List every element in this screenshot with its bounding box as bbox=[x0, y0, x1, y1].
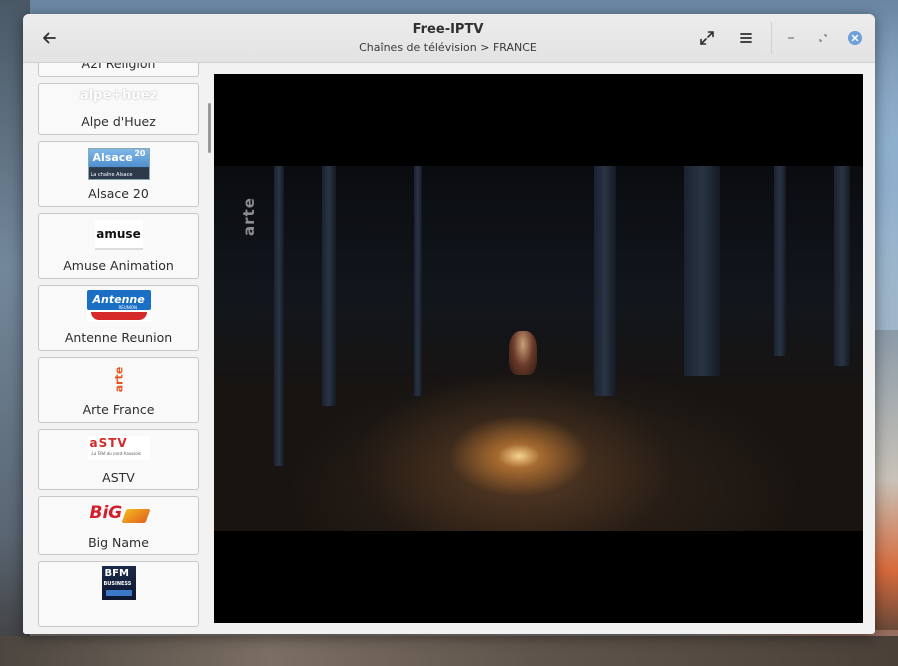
header-separator bbox=[771, 22, 772, 54]
channel-watermark: arte bbox=[240, 197, 258, 236]
astv-logo-sub: La Télé du nord-haussois bbox=[91, 451, 142, 456]
bfm-logo-sub: BUSINESS bbox=[103, 581, 132, 587]
channel-logo: BFM BUSINESS bbox=[39, 566, 198, 600]
channel-logo: aSTV La Télé du nord-haussois bbox=[39, 436, 198, 460]
channel-item-astv[interactable]: aSTV La Télé du nord-haussois ASTV bbox=[38, 429, 199, 490]
channel-name: ASTV bbox=[102, 470, 135, 485]
channel-logo: Antenne RÉUNION bbox=[39, 290, 198, 322]
close-icon bbox=[848, 31, 862, 45]
channel-logo: Alsace 20 La chaîne Alsace bbox=[39, 148, 198, 180]
alsace-logo-text: Alsace bbox=[92, 151, 133, 164]
channel-item-big-name[interactable]: BiG Big Name bbox=[38, 496, 199, 555]
channel-name: Arte France bbox=[82, 402, 155, 417]
channel-item-antenne-reunion[interactable]: Antenne RÉUNION Antenne Reunion bbox=[38, 285, 199, 351]
big-name-logo: BiG bbox=[86, 503, 152, 529]
channel-item-alpe-dhuez[interactable]: alpe+huez Alpe d'Huez bbox=[38, 83, 199, 135]
channel-item-arte-france[interactable]: arte Arte France bbox=[38, 357, 199, 423]
channel-logo: amuse bbox=[39, 220, 198, 250]
channel-logo: alpe+huez bbox=[39, 88, 198, 103]
desktop-wallpaper-bottom bbox=[0, 636, 898, 666]
bfm-business-logo: BFM BUSINESS bbox=[101, 566, 136, 600]
app-window: Free-IPTV Chaînes de télévision > FRANCE bbox=[23, 14, 875, 634]
alsace-logo-tagline: La chaîne Alsace bbox=[90, 172, 133, 178]
window-title: Free-IPTV bbox=[412, 22, 484, 37]
channel-logo: arte bbox=[39, 362, 198, 396]
breadcrumb: Chaînes de télévision > FRANCE bbox=[359, 41, 537, 54]
menu-button[interactable] bbox=[732, 24, 760, 52]
back-button[interactable] bbox=[33, 23, 65, 53]
arte-logo-text: arte bbox=[112, 366, 126, 392]
alsace-logo-number: 20 bbox=[134, 149, 146, 158]
restore-icon bbox=[819, 34, 827, 42]
channel-item-bfm-business[interactable]: BFM BUSINESS bbox=[38, 561, 199, 627]
video-player[interactable]: arte bbox=[214, 74, 863, 623]
fullscreen-button[interactable] bbox=[693, 24, 721, 52]
minimize-button[interactable] bbox=[781, 28, 801, 48]
channel-item-alsace-20[interactable]: Alsace 20 La chaîne Alsace Alsace 20 bbox=[38, 141, 199, 207]
channel-name: Big Name bbox=[88, 535, 149, 550]
channel-name: Alsace 20 bbox=[88, 186, 149, 201]
sidebar-scrollbar[interactable] bbox=[208, 103, 211, 153]
hamburger-menu-icon bbox=[740, 33, 752, 43]
big-logo-text: BiG bbox=[89, 503, 123, 523]
channel-logo: BiG bbox=[39, 503, 198, 529]
channel-name: Amuse Animation bbox=[63, 258, 174, 273]
minimize-icon bbox=[788, 37, 794, 39]
amuse-logo-text: amuse bbox=[96, 227, 141, 241]
title-box: Free-IPTV Chaînes de télévision > FRANCE bbox=[273, 22, 623, 55]
alsace-20-logo: Alsace 20 La chaîne Alsace bbox=[87, 148, 150, 180]
astv-logo-text: aSTV bbox=[89, 436, 128, 450]
restore-button[interactable] bbox=[813, 28, 833, 48]
astv-logo: aSTV La Télé du nord-haussois bbox=[87, 436, 150, 460]
antenne-logo-sub: RÉUNION bbox=[118, 305, 138, 310]
arte-logo: arte bbox=[109, 362, 129, 396]
channel-list: A2I Religion alpe+huez Alpe d'Huez Alsac… bbox=[38, 63, 199, 633]
channel-name: Antenne Reunion bbox=[64, 330, 173, 345]
antenne-reunion-logo: Antenne RÉUNION bbox=[86, 290, 151, 322]
scene-person bbox=[509, 331, 537, 375]
bfm-logo-text: BFM bbox=[104, 568, 129, 579]
arrow-left-icon bbox=[43, 32, 56, 44]
channel-item-amuse-animation[interactable]: amuse Amuse Animation bbox=[38, 213, 199, 279]
channel-item-a2i-religion[interactable]: A2I Religion bbox=[38, 63, 199, 77]
channel-name: A2I Religion bbox=[81, 63, 156, 71]
channel-sidebar: A2I Religion alpe+huez Alpe d'Huez Alsac… bbox=[23, 63, 212, 634]
amuse-logo: amuse bbox=[94, 220, 143, 250]
alpe-dhuez-logo: alpe+huez bbox=[79, 88, 158, 103]
fullscreen-icon bbox=[700, 31, 714, 45]
channel-name: Alpe d'Huez bbox=[81, 114, 156, 129]
close-button[interactable] bbox=[845, 28, 865, 48]
video-frame bbox=[214, 166, 863, 531]
header-bar: Free-IPTV Chaînes de télévision > FRANCE bbox=[23, 14, 875, 63]
